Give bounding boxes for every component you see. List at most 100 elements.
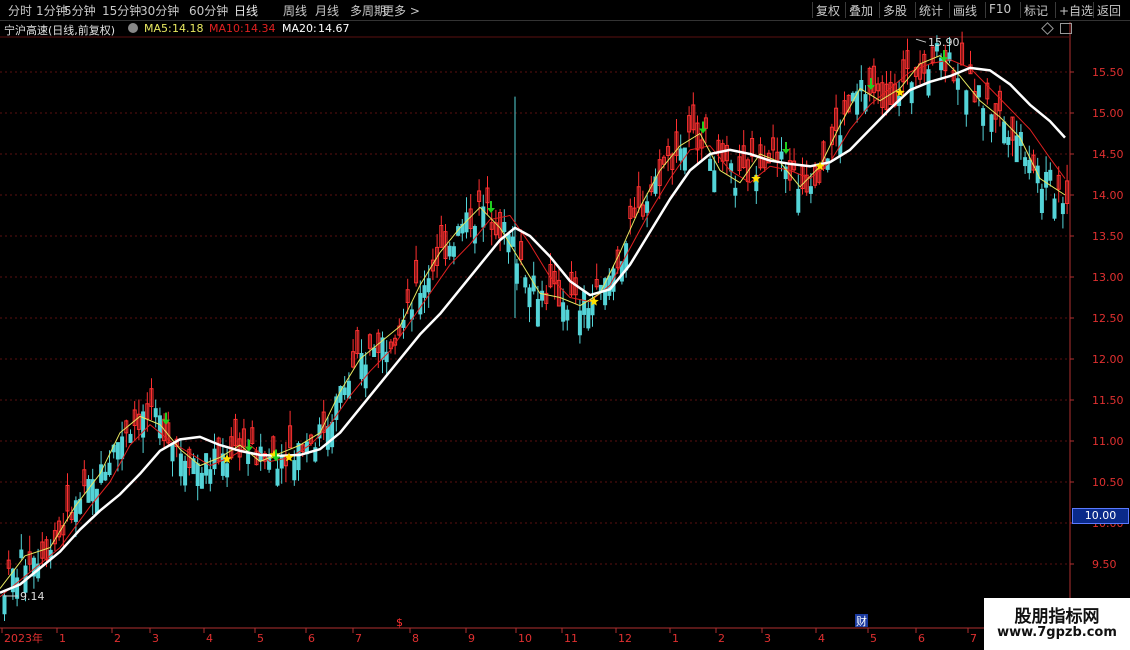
toolbar-item-5[interactable]: 60分钟 (189, 2, 228, 19)
candle-body (1052, 198, 1057, 219)
ma10-value: 14.34 (244, 22, 276, 35)
candle-body (183, 460, 188, 486)
candle-body (279, 454, 284, 469)
toolbar-right-item-2[interactable]: 多股 (883, 2, 907, 19)
candle-body (1044, 171, 1049, 188)
candle-body (220, 453, 225, 476)
candle-body (107, 462, 112, 476)
candle-body (15, 577, 20, 599)
candle-body (447, 245, 452, 257)
toolbar-separator (1093, 2, 1094, 18)
toolbar-item-1[interactable]: 1分钟 (36, 2, 68, 19)
kline-chart[interactable]: 9.50 10.00 10.50 11.00 11.50 12.00 12.50 13.00 1… (0, 0, 1130, 650)
toolbar-right-item-6[interactable]: 标记 (1024, 2, 1048, 19)
toolbar-right-item-5[interactable]: F10 (989, 2, 1011, 16)
candle-body (514, 263, 519, 284)
x-tick-label: 2 (114, 632, 121, 645)
low-price-label: 9.14 (20, 590, 45, 603)
x-tick-label: 12 (618, 632, 632, 645)
toolbar-item-4[interactable]: 30分钟 (140, 2, 179, 19)
toolbar-item-3[interactable]: 15分钟 (102, 2, 141, 19)
candle-body (1039, 188, 1044, 213)
candle-body (510, 236, 515, 247)
settings-circle-icon[interactable] (128, 23, 138, 33)
toolbar-item-0[interactable]: 分时 (8, 2, 32, 19)
x-tick-label: 6 (308, 632, 315, 645)
candle-body (225, 463, 230, 478)
period-toolbar: 分时 1分钟 5分钟 15分钟 30分钟 60分钟 日线 周线 月线 多周期 更多 > 复权 叠加 多股统… (0, 0, 1130, 21)
toolbar-separator (1055, 2, 1056, 18)
candle-body (208, 469, 213, 484)
x-tick-label: 9 (468, 632, 475, 645)
candle-body (955, 78, 960, 90)
toolbar-separator (879, 2, 880, 18)
stock-title[interactable]: 宁沪高速(日线,前复权) (4, 22, 115, 38)
toolbar-item-2[interactable]: 5分钟 (64, 2, 96, 19)
candle-body (170, 442, 175, 462)
candle-body (733, 187, 738, 196)
candle-body (325, 426, 330, 450)
x-tick-label: 2023年 (4, 631, 43, 645)
toolbar-item-8[interactable]: 月线 (315, 2, 339, 19)
toolbar-right-item-7[interactable]: +自选 (1059, 2, 1093, 19)
event-marker: $ (396, 616, 403, 629)
y-tick-label: 15.50 (1092, 66, 1124, 79)
toolbar-right-item-3[interactable]: 统计 (919, 2, 943, 19)
candle-body (540, 290, 545, 301)
high-price-label: 15.90 (928, 36, 960, 49)
candle-body (372, 347, 377, 358)
toolbar-right-item-1[interactable]: 叠加 (849, 2, 873, 19)
candle-body (128, 433, 133, 443)
candle-body (103, 471, 108, 481)
toolbar-separator (915, 2, 916, 18)
y-tick-label: 15.00 (1092, 107, 1124, 120)
candle-body (153, 408, 158, 418)
candle-body (1048, 169, 1053, 181)
candle-body (527, 287, 532, 308)
toolbar-item-10[interactable]: 更多 > (382, 2, 420, 19)
candle-body (451, 246, 456, 257)
toolbar-item-9[interactable]: 多周期 (350, 2, 386, 19)
ma5-line (0, 55, 1066, 589)
toolbar-right-item-0[interactable]: 复权 (816, 2, 840, 19)
candle-body (565, 309, 570, 321)
candle-body (1014, 135, 1019, 163)
candle-body (19, 549, 24, 559)
ma5-label: MA5: (144, 22, 172, 35)
x-tick-label: 2 (718, 632, 725, 645)
toolbar-separator (985, 2, 986, 18)
window-icon[interactable] (1060, 23, 1072, 34)
candle-body (808, 186, 813, 194)
candle-body (712, 170, 717, 193)
candle-body (535, 298, 540, 327)
current-price-tag: 10.00 (1072, 508, 1129, 524)
candle-body (909, 82, 914, 104)
toolbar-right-item-4[interactable]: 画线 (953, 2, 977, 19)
toolbar-item-7[interactable]: 周线 (283, 2, 307, 19)
candle-body (199, 472, 204, 489)
candle-body (1002, 121, 1007, 144)
candle-body (246, 453, 251, 464)
x-tick-label: 3 (152, 632, 159, 645)
candle-body (296, 443, 301, 471)
candle-body (708, 158, 713, 171)
toolbar-item-6[interactable]: 日线 (234, 2, 258, 19)
watermark-logo: 股朋指标网 www.7gpzb.com (984, 598, 1130, 650)
toolbar-right-item-8[interactable]: 返回 (1097, 2, 1121, 19)
toolbar-separator (812, 2, 813, 18)
candle-body (275, 468, 280, 486)
x-tick-label: 1 (672, 632, 679, 645)
y-tick-label: 14.50 (1092, 148, 1124, 161)
candle-body (115, 442, 120, 460)
ma10-label: MA10: (209, 22, 244, 35)
y-tick-label: 14.00 (1092, 189, 1124, 202)
candle-body (94, 488, 99, 514)
y-tick-label: 11.50 (1092, 394, 1124, 407)
candle-body (779, 151, 784, 160)
chart-info-bar: 宁沪高速(日线,前复权) MA5: 14.18 MA10: 14.34 MA20… (0, 21, 1130, 37)
diamond-icon[interactable] (1041, 22, 1054, 35)
toolbar-separator (1020, 2, 1021, 18)
toolbar-separator (845, 2, 846, 18)
ma20-label: MA20: (282, 22, 317, 35)
x-tick-label: 3 (764, 632, 771, 645)
